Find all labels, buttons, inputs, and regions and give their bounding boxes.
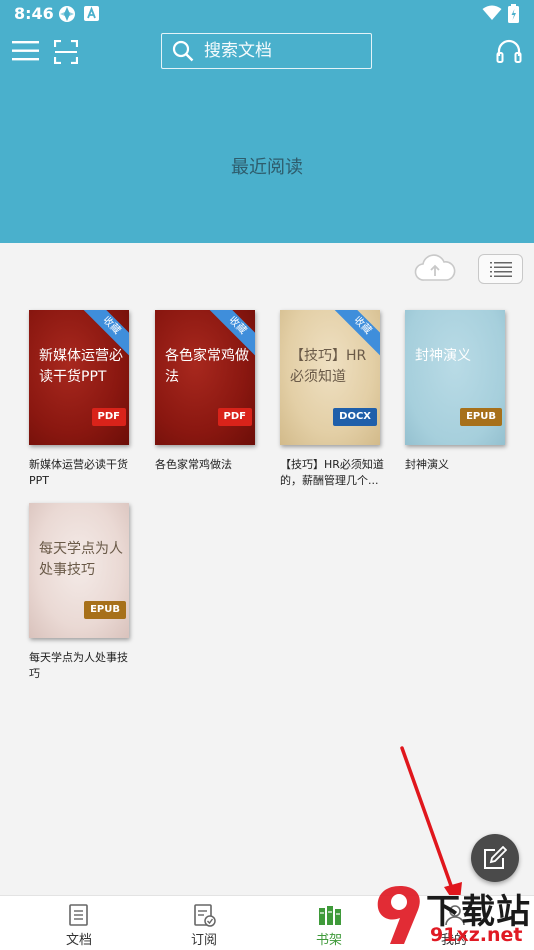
- book-name: 封神演义: [405, 458, 449, 471]
- status-time: 8:46: [14, 4, 54, 23]
- subscribe-icon: [194, 904, 216, 927]
- book-cover[interactable]: 【技巧】HR必须知道 收藏 DOCX: [280, 310, 380, 445]
- site-watermark: 下载站 91xz.net: [370, 880, 534, 950]
- edit-fab-button[interactable]: [471, 834, 519, 882]
- book-cover-title: 封神演义: [415, 348, 471, 364]
- header-banner: 8:46 搜索文档 最近阅读: [0, 0, 534, 243]
- bookshelf-icon: [319, 906, 341, 925]
- scan-icon[interactable]: [54, 40, 78, 64]
- book-item[interactable]: 新媒体运营必读干货PPT 收藏 PDF 新媒体运营必读干货PPT: [29, 310, 129, 489]
- nav-label: 书架: [315, 933, 342, 948]
- recent-reading-title: 最近阅读: [231, 157, 303, 178]
- notification-a-icon: [84, 6, 99, 21]
- format-badge: EPUB: [84, 601, 126, 619]
- format-badge: PDF: [91, 408, 126, 426]
- watermark-logo-icon: [377, 886, 420, 944]
- headphone-icon[interactable]: [496, 38, 522, 64]
- document-icon: [69, 904, 88, 926]
- battery-icon: [508, 4, 519, 23]
- book-item[interactable]: 每天学点为人处事技巧 EPUB 每天学点为人处事技巧: [29, 503, 129, 682]
- format-badge: PDF: [217, 408, 252, 426]
- book-cover-title: 【技巧】HR必须知道: [290, 348, 367, 385]
- nav-tab-documents[interactable]: 文档: [39, 896, 119, 950]
- search-input[interactable]: [204, 38, 364, 64]
- book-cover-title: 每天学点为人处事技巧: [39, 541, 123, 578]
- list-icon: [490, 262, 512, 277]
- book-cover[interactable]: 封神演义 EPUB: [405, 310, 505, 445]
- cloud-upload-icon[interactable]: [413, 252, 457, 284]
- book-item[interactable]: 【技巧】HR必须知道 收藏 DOCX 【技巧】HR必须知道的，薪酬管理几个...: [280, 310, 384, 489]
- watermark-url: 91xz.net: [430, 924, 523, 946]
- book-cover-title: 新媒体运营必读干货PPT: [39, 348, 123, 385]
- book-cover[interactable]: 每天学点为人处事技巧 EPUB: [29, 503, 129, 638]
- nav-label: 订阅: [190, 933, 217, 948]
- status-bar: 8:46: [0, 0, 534, 28]
- book-cover-title: 各色家常鸡做法: [165, 348, 249, 385]
- book-name: 【技巧】HR必须知道的，薪酬管理几个...: [280, 458, 384, 487]
- book-cover[interactable]: 各色家常鸡做法 收藏 PDF: [155, 310, 255, 445]
- app-status-icon: [59, 6, 75, 22]
- search-icon: [172, 40, 194, 62]
- book-cover[interactable]: 新媒体运营必读干货PPT 收藏 PDF: [29, 310, 129, 445]
- edit-icon: [484, 846, 507, 869]
- book-name: 各色家常鸡做法: [155, 458, 232, 471]
- list-view-button[interactable]: [478, 254, 523, 284]
- menu-icon[interactable]: [12, 40, 40, 62]
- nav-label: 文档: [65, 933, 92, 948]
- format-badge: EPUB: [460, 408, 502, 426]
- format-badge: DOCX: [333, 408, 377, 426]
- nav-tab-subscribe[interactable]: 订阅: [164, 896, 244, 950]
- wifi-icon: [482, 5, 502, 20]
- book-name: 新媒体运营必读干货PPT: [29, 458, 128, 487]
- book-item[interactable]: 各色家常鸡做法 收藏 PDF 各色家常鸡做法: [155, 310, 255, 473]
- book-item[interactable]: 封神演义 EPUB 封神演义: [405, 310, 505, 473]
- nav-tab-bookshelf[interactable]: 书架: [289, 896, 369, 950]
- search-bar[interactable]: [161, 33, 372, 69]
- book-name: 每天学点为人处事技巧: [29, 651, 128, 680]
